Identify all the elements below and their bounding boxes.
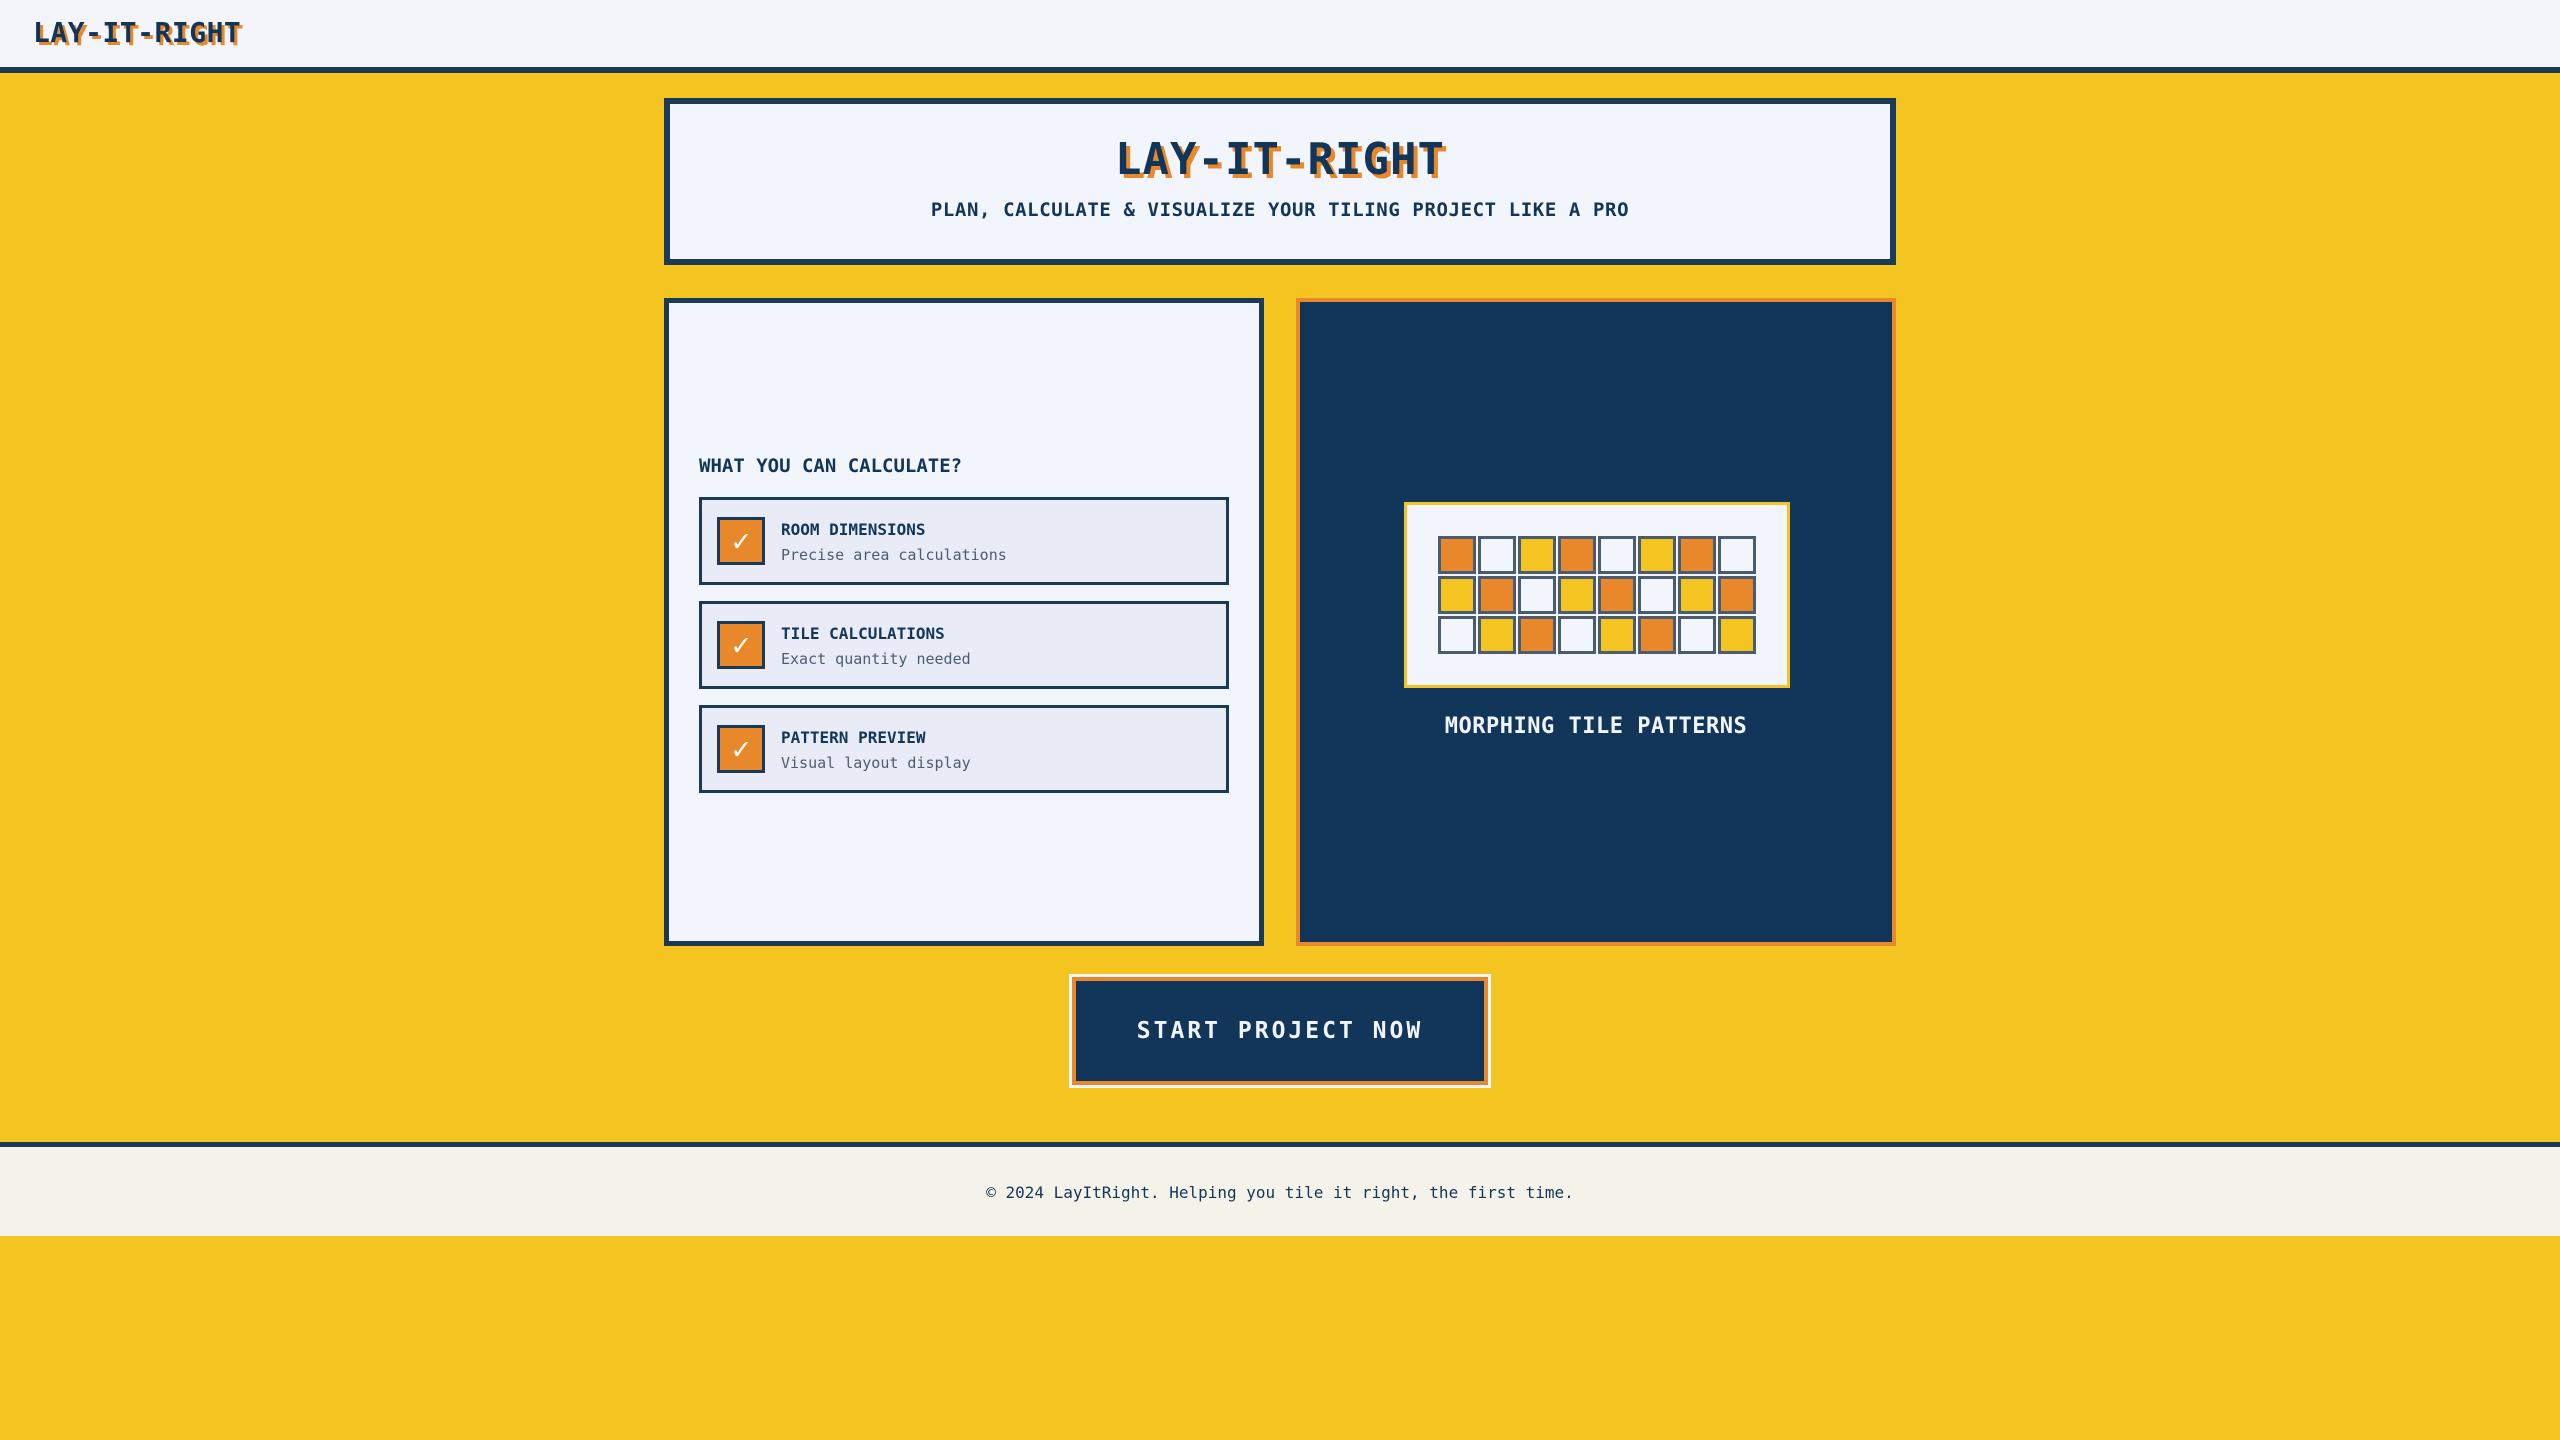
- top-bar: LAY-IT-RIGHT: [0, 0, 2560, 73]
- tile-yellow: [1478, 616, 1516, 654]
- start-project-button[interactable]: START PROJECT NOW: [1069, 974, 1491, 1088]
- tile-white: [1638, 576, 1676, 614]
- pattern-caption: MORPHING TILE PATTERNS: [1444, 714, 1748, 739]
- tile-white: [1518, 576, 1556, 614]
- tile-orange: [1598, 576, 1636, 614]
- tile-yellow: [1558, 576, 1596, 614]
- tile-yellow: [1438, 576, 1476, 614]
- checkmark-icon: ✓: [717, 621, 765, 669]
- feature-description: Precise area calculations: [781, 546, 1007, 564]
- feature-room-dimensions: ✓ ROOM DIMENSIONS Precise area calculati…: [699, 497, 1229, 585]
- feature-title: TILE CALCULATIONS: [781, 624, 945, 643]
- footer-copyright: © 2024 LayItRight. Helping you tile it r…: [986, 1183, 1574, 1202]
- tile-yellow: [1598, 616, 1636, 654]
- tile-yellow: [1638, 536, 1676, 574]
- checkmark-icon: ✓: [717, 517, 765, 565]
- features-heading: WHAT YOU CAN CALCULATE?: [699, 455, 963, 477]
- tile-white: [1438, 616, 1476, 654]
- tile-white: [1678, 616, 1716, 654]
- tile-yellow: [1678, 576, 1716, 614]
- tile-white: [1718, 536, 1756, 574]
- tile-orange: [1718, 576, 1756, 614]
- hero-subtitle: PLAN, CALCULATE & VISUALIZE YOUR TILING …: [930, 199, 1630, 221]
- feature-description: Visual layout display: [781, 754, 971, 772]
- checkmark-icon: ✓: [717, 725, 765, 773]
- tile-orange: [1518, 616, 1556, 654]
- feature-tile-calculations: ✓ TILE CALCULATIONS Exact quantity neede…: [699, 601, 1229, 689]
- features-card: WHAT YOU CAN CALCULATE? ✓ ROOM DIMENSION…: [664, 298, 1264, 946]
- tile-white: [1558, 616, 1596, 654]
- tile-pattern-grid: [1404, 502, 1790, 688]
- pattern-preview-card: MORPHING TILE PATTERNS: [1296, 298, 1896, 946]
- tile-white: [1598, 536, 1636, 574]
- feature-title: ROOM DIMENSIONS: [781, 520, 926, 539]
- tile-orange: [1558, 536, 1596, 574]
- hero-banner: LAY-IT-RIGHT PLAN, CALCULATE & VISUALIZE…: [664, 98, 1896, 265]
- hero-title: LAY-IT-RIGHT: [1115, 134, 1445, 185]
- tile-orange: [1478, 576, 1516, 614]
- feature-description: Exact quantity needed: [781, 650, 971, 668]
- brand-logo[interactable]: LAY-IT-RIGHT: [33, 16, 241, 49]
- tile-orange: [1678, 536, 1716, 574]
- tile-orange: [1438, 536, 1476, 574]
- feature-title: PATTERN PREVIEW: [781, 728, 926, 747]
- tile-yellow: [1518, 536, 1556, 574]
- tile-yellow: [1718, 616, 1756, 654]
- feature-pattern-preview: ✓ PATTERN PREVIEW Visual layout display: [699, 705, 1229, 793]
- tile-white: [1478, 536, 1516, 574]
- tile-orange: [1638, 616, 1676, 654]
- footer: © 2024 LayItRight. Helping you tile it r…: [0, 1142, 2560, 1236]
